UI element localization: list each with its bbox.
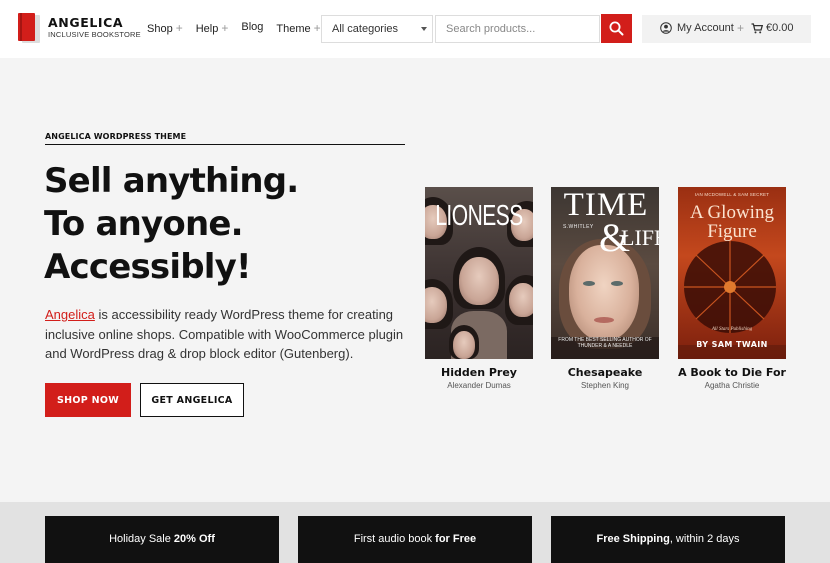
- brand-subtitle: INCLUSIVE BOOKSTORE: [48, 30, 141, 39]
- hero-description: Angelica is accessibility ready WordPres…: [45, 307, 404, 361]
- hero-title: Sell anything. To anyone. Accessibly!: [44, 161, 299, 287]
- cart-total[interactable]: €0.00: [766, 22, 794, 34]
- book-author: Alexander Dumas: [447, 381, 511, 390]
- angelica-link[interactable]: Angelica: [45, 307, 95, 322]
- nav-item-blog[interactable]: Blog: [241, 21, 263, 35]
- cover-author: BY SAM TWAIN: [696, 340, 768, 349]
- plus-icon: +: [737, 21, 745, 35]
- my-account-link[interactable]: My Account: [677, 22, 734, 34]
- book-cover[interactable]: TIME & LIFE S.WHITLEY FROM THE BEST SELL…: [551, 187, 659, 359]
- cover-title: LIONESS: [435, 200, 523, 232]
- book-author: Agatha Christie: [704, 381, 760, 390]
- plus-icon: +: [221, 21, 229, 35]
- cover-blurb: FROM THE BEST SELLING AUTHOR OF THUNDER …: [558, 337, 652, 349]
- book-card[interactable]: IAN MCDOWELL & SAM SECRET A Glowing Figu…: [678, 187, 786, 390]
- nav-item-shop[interactable]: Shop +: [147, 21, 183, 35]
- site-logo[interactable]: ANGELICA INCLUSIVE BOOKSTORE: [18, 13, 141, 43]
- get-angelica-button[interactable]: GET ANGELICA: [140, 383, 244, 417]
- search-icon: [609, 21, 624, 36]
- nav-item-theme[interactable]: Theme +: [276, 21, 320, 35]
- book-cover[interactable]: LIONESS: [425, 187, 533, 359]
- book-title[interactable]: A Book to Die For: [678, 366, 786, 379]
- book-author: Stephen King: [580, 381, 630, 390]
- plus-icon: +: [175, 21, 183, 35]
- shop-now-button[interactable]: SHOP NOW: [45, 383, 131, 417]
- brand-title: ANGELICA: [48, 15, 124, 30]
- book-card[interactable]: LIONESS Hidden Prey Alexander Dumas: [425, 187, 533, 390]
- book-title[interactable]: Chesapeake: [551, 366, 659, 379]
- search-input[interactable]: [435, 15, 600, 43]
- user-icon[interactable]: [660, 22, 672, 34]
- category-select[interactable]: All categories: [321, 15, 433, 43]
- site-header: ANGELICA INCLUSIVE BOOKSTORE Shop + Help +…: [0, 0, 830, 58]
- book-title[interactable]: Hidden Prey: [425, 366, 533, 379]
- promo-audio-book[interactable]: First audio book for Free: [298, 516, 532, 563]
- cover-author: S.WHITLEY: [563, 224, 594, 230]
- book-card[interactable]: TIME & LIFE S.WHITLEY FROM THE BEST SELL…: [551, 187, 659, 390]
- account-cart-bar: My Account + €0.00: [642, 15, 811, 43]
- plus-icon: +: [313, 21, 321, 35]
- cover-title: A Glowing Figure: [690, 202, 774, 242]
- cover-subtitle: LIFE: [621, 225, 659, 250]
- cart-icon[interactable]: [751, 23, 763, 34]
- search-button[interactable]: [601, 14, 632, 43]
- chevron-down-icon: [421, 27, 427, 31]
- main-nav: Shop + Help + Blog Theme +: [147, 21, 334, 35]
- cover-top-text: IAN MCDOWELL & SAM SECRET: [694, 192, 770, 197]
- book-cover[interactable]: IAN MCDOWELL & SAM SECRET A Glowing Figu…: [678, 187, 786, 359]
- promo-holiday-sale[interactable]: Holiday Sale 20% Off: [45, 516, 279, 563]
- cover-publisher: All Stars Publishing: [711, 327, 753, 332]
- hero-tagline: ANGELICA WORDPRESS THEME: [45, 132, 405, 145]
- nav-item-help[interactable]: Help +: [196, 21, 229, 35]
- book-logo-icon: [18, 13, 40, 43]
- promo-free-shipping[interactable]: Free Shipping, within 2 days: [551, 516, 785, 563]
